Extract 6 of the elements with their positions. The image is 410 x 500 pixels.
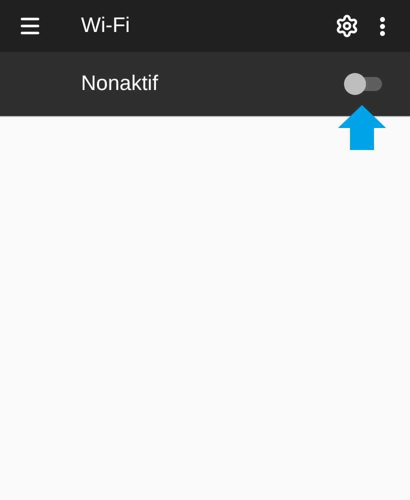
settings-button[interactable] [334, 13, 360, 39]
window-title: Wi-Fi [81, 13, 130, 40]
more-icon [380, 16, 384, 36]
switch-label: Nonaktif [81, 71, 158, 98]
up-arrow-icon [338, 105, 386, 150]
wifi-toggle[interactable] [344, 73, 382, 95]
